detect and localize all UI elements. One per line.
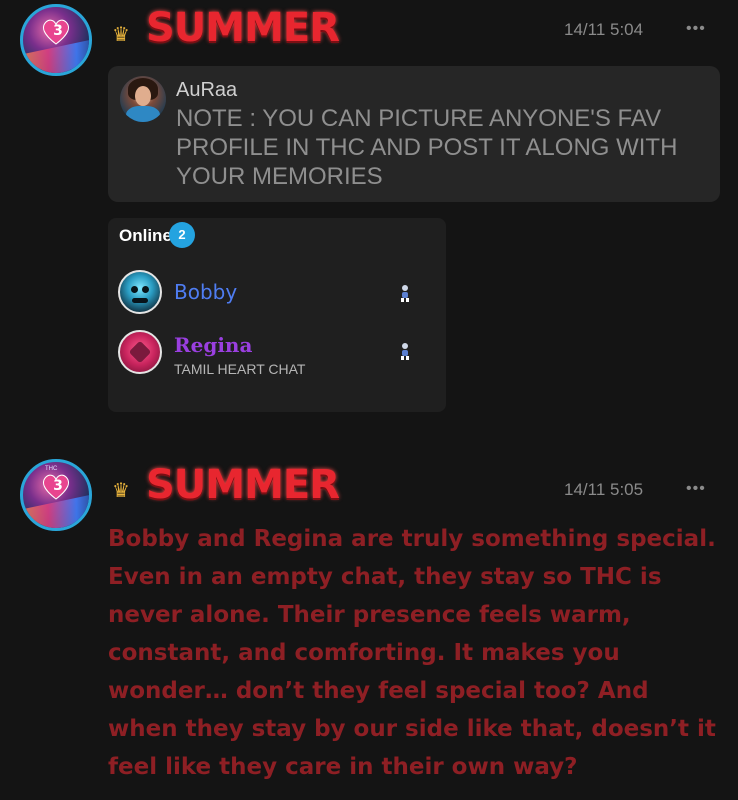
online-user-bobby[interactable]: Bobby [108,264,446,320]
message-text: Bobby and Regina are truly something spe… [108,526,716,780]
user-avatar [118,330,162,374]
author-avatar[interactable]: THC 3 [20,459,92,531]
chat-feed: 3 ♛ SUMMER 14/11 5:04 ••• AuRaa NOTE : Y… [0,0,738,800]
message-timestamp: 14/11 5:04 [564,20,644,39]
status-figure-icon [401,285,409,302]
user-avatar [118,270,162,314]
online-count-badge: 2 [169,222,195,248]
user-name: Regina [174,333,253,357]
avatar-number: 3 [53,23,63,39]
avatar-tag: THC [45,466,58,472]
user-name: Bobby [174,280,238,304]
author-name[interactable]: SUMMER [146,462,340,508]
author-avatar[interactable]: 3 [20,4,92,76]
online-users-widget: Online 2 Bobby Regina TAMIL HEART CHAT [108,218,446,412]
author-name[interactable]: SUMMER [146,5,340,51]
quote-author-name: AuRaa [176,79,238,101]
crown-icon: ♛ [112,480,130,502]
online-user-regina[interactable]: Regina TAMIL HEART CHAT [108,324,446,380]
quoted-message[interactable]: AuRaa NOTE : YOU CAN PICTURE ANYONE'S FA… [108,66,720,202]
quote-text: NOTE : YOU CAN PICTURE ANYONE'S FAV PROF… [176,105,678,190]
user-subtitle: TAMIL HEART CHAT [174,361,306,377]
more-options-icon[interactable]: ••• [686,480,706,498]
quote-author-avatar [120,76,166,122]
more-options-icon[interactable]: ••• [686,20,706,38]
avatar-number: 3 [53,478,63,494]
online-title: Online [119,226,172,245]
message-timestamp: 14/11 5:05 [564,480,644,499]
status-figure-icon [401,343,409,360]
crown-icon: ♛ [112,24,130,46]
